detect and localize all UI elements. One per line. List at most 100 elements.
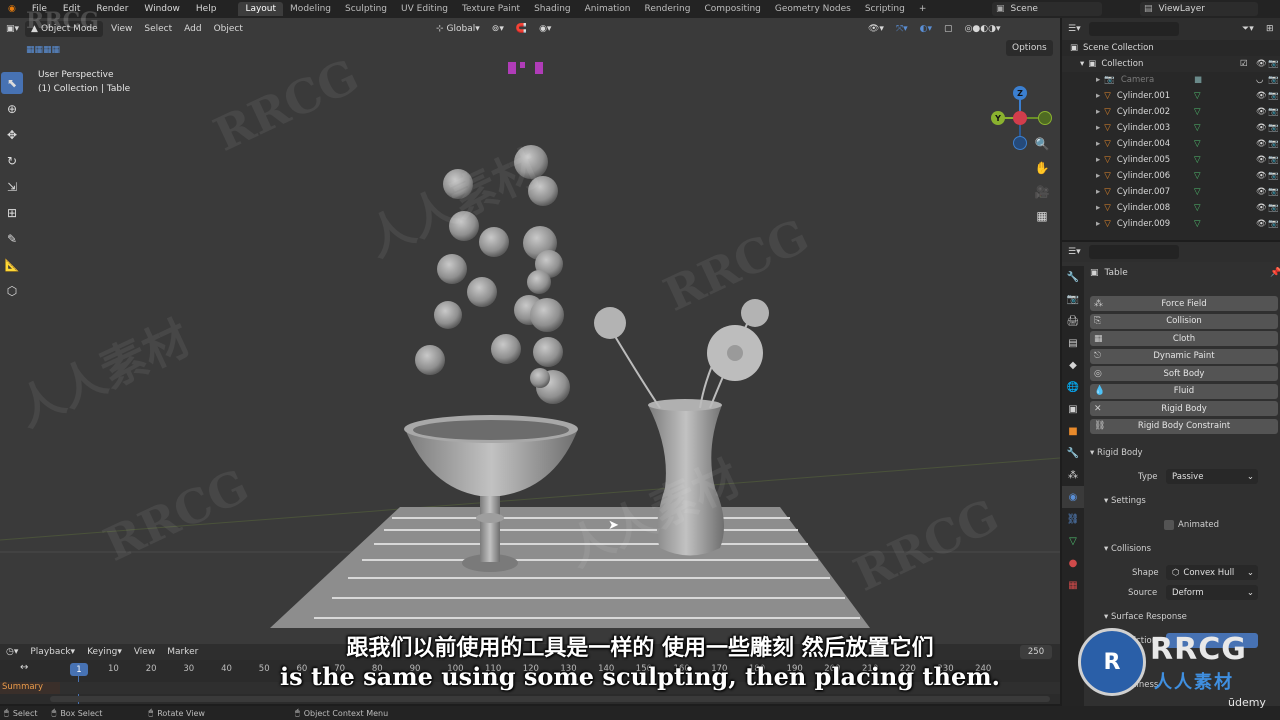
render-icon[interactable]: 📷 xyxy=(1268,139,1279,149)
tab-geometry-nodes[interactable]: Geometry Nodes xyxy=(768,2,858,16)
sphere-mesh[interactable] xyxy=(527,270,551,294)
measure-tool-icon[interactable]: 📐 xyxy=(1,254,23,276)
xray-icon[interactable]: ▢ xyxy=(938,21,959,37)
move-tool-icon[interactable]: ✥ xyxy=(1,124,23,146)
type-dropdown[interactable]: Passive ⌄ xyxy=(1166,469,1258,484)
sphere-mesh[interactable] xyxy=(449,211,479,241)
menu-help[interactable]: Help xyxy=(188,4,225,14)
collisions-panel-header[interactable]: ▾ Collisions xyxy=(1104,544,1151,554)
outliner-item[interactable]: ▸ ▽ Cylinder.008 ▽ 👁 📷 xyxy=(1062,200,1280,216)
sphere-mesh[interactable] xyxy=(528,176,558,206)
add-workspace-button[interactable]: + xyxy=(912,2,934,16)
outliner-item[interactable]: ▸ ▽ Cylinder.006 ▽ 👁 📷 xyxy=(1062,168,1280,184)
sphere-mesh[interactable] xyxy=(514,145,548,179)
sphere-mesh[interactable] xyxy=(530,368,550,388)
scene-selector[interactable]: ▣ Scene xyxy=(992,2,1102,16)
sphere-mesh[interactable] xyxy=(491,334,521,364)
settings-panel-header[interactable]: ▾ Settings xyxy=(1104,496,1146,506)
physics-rigid-body-constraint-button[interactable]: ⛓ Rigid Body Constraint xyxy=(1090,418,1278,434)
pin-icon[interactable]: 📌 xyxy=(1270,268,1280,278)
snap-icon[interactable]: 🧲 xyxy=(510,21,533,37)
timeline-scrollbar[interactable] xyxy=(50,696,1050,702)
tab-compositing[interactable]: Compositing xyxy=(697,2,767,16)
gizmo-neg-y[interactable] xyxy=(1038,111,1052,125)
rotate-tool-icon[interactable]: ↻ xyxy=(1,150,23,172)
ortho-grid-icon[interactable]: ▦ xyxy=(1032,206,1052,226)
expand-arrow-icon[interactable]: ▸ xyxy=(1096,187,1100,197)
outliner-item[interactable]: ▸ 📷 Camera ■ ◡ 📷 xyxy=(1062,72,1280,88)
sphere-mesh[interactable] xyxy=(415,345,445,375)
gizmo-toggle-icon[interactable]: ⤧▾ xyxy=(890,21,914,37)
shading-modes-icon[interactable]: ◎●◐◑▾ xyxy=(959,21,1007,37)
expand-arrow-icon[interactable]: ▸ xyxy=(1096,155,1100,165)
gizmo-y-axis[interactable]: Y xyxy=(991,111,1005,125)
options-button[interactable]: Options xyxy=(1006,40,1053,56)
eye-icon[interactable]: 👁 xyxy=(1256,123,1267,133)
eye-icon[interactable]: 👁 xyxy=(1256,139,1267,149)
expand-arrow-icon[interactable]: ▸ xyxy=(1096,107,1100,117)
select-tool-icon[interactable]: ⬉ xyxy=(1,72,23,94)
tab-animation[interactable]: Animation xyxy=(578,2,638,16)
render-icon[interactable]: 📷 xyxy=(1268,155,1279,165)
table-mesh[interactable] xyxy=(270,507,870,628)
eye-icon[interactable]: ◡ xyxy=(1256,75,1263,85)
blender-logo-icon[interactable]: ◉ xyxy=(0,4,24,14)
new-collection-icon[interactable]: ⊞ xyxy=(1266,24,1274,34)
flower-heads[interactable] xyxy=(594,299,769,381)
vase-mesh[interactable] xyxy=(648,399,724,556)
outliner-item[interactable]: ▸ ▽ Cylinder.001 ▽ 👁 📷 xyxy=(1062,88,1280,104)
physics-cloth-button[interactable]: ▦ Cloth xyxy=(1090,331,1278,346)
eye-icon[interactable]: 👁 xyxy=(1256,155,1267,165)
collection-row[interactable]: ▾ ▣ Collection ☑ 👁 📷 xyxy=(1062,56,1280,72)
physics-dynamic-paint-button[interactable]: ⎋ Dynamic Paint xyxy=(1090,348,1278,364)
sphere-mesh[interactable] xyxy=(437,254,467,284)
expand-arrow-icon[interactable]: ▸ xyxy=(1096,123,1100,133)
visibility-icon[interactable]: 👁▾ xyxy=(862,21,890,37)
physics-force-field-button[interactable]: ⁂ Force Field xyxy=(1090,296,1278,311)
scene-tab-icon[interactable]: ◆ xyxy=(1062,354,1084,376)
filter-icon[interactable]: ⏷▾ xyxy=(1242,24,1254,34)
cursor-tool-icon[interactable]: ⊕ xyxy=(1,98,23,120)
tab-uv-editing[interactable]: UV Editing xyxy=(394,2,455,16)
properties-search-field[interactable] xyxy=(1088,245,1179,259)
texture-tab-icon[interactable]: ▦ xyxy=(1062,574,1084,596)
properties-editor-icon[interactable]: ☰▾ xyxy=(1068,247,1081,257)
surface-response-header[interactable]: ▾ Surface Response xyxy=(1104,612,1187,622)
render-icon[interactable]: 📷 xyxy=(1268,75,1279,85)
outliner-item[interactable]: ▸ ▽ Cylinder.009 ▽ 👁 📷 xyxy=(1062,216,1280,232)
transform-orientation[interactable]: ⊹ Global ▾ xyxy=(430,21,486,37)
eye-icon[interactable]: 👁 xyxy=(1256,187,1267,197)
eye-icon[interactable]: 👁 xyxy=(1256,107,1267,117)
proportional-edit-icon[interactable]: ◉▾ xyxy=(533,21,557,37)
tool-tab-icon[interactable]: 🔧 xyxy=(1062,266,1084,288)
render-icon[interactable]: 📷 xyxy=(1268,107,1279,117)
data-tab-icon[interactable]: ▽ xyxy=(1062,530,1084,552)
gizmo-x-axis[interactable] xyxy=(1013,111,1027,125)
physics-collision-button[interactable]: ⎘ Collision xyxy=(1090,313,1278,329)
sphere-mesh[interactable] xyxy=(530,298,564,332)
expand-arrow-icon[interactable]: ▸ xyxy=(1096,139,1100,149)
expand-arrow-icon[interactable]: ▸ xyxy=(1096,75,1100,85)
render-icon[interactable]: 📷 xyxy=(1268,219,1279,229)
sphere-mesh[interactable] xyxy=(443,169,473,199)
gizmo-z-axis[interactable]: Z xyxy=(1013,86,1027,100)
expand-arrow-icon[interactable]: ▸ xyxy=(1096,91,1100,101)
expand-arrow-icon[interactable]: ▸ xyxy=(1096,171,1100,181)
physics-tab-icon[interactable]: ◉ xyxy=(1062,486,1084,508)
pivot-icon[interactable]: ⊚▾ xyxy=(486,21,510,37)
outliner-editor-icon[interactable]: ☰▾ xyxy=(1068,24,1081,34)
view-menu[interactable]: View xyxy=(105,21,138,37)
sphere-mesh[interactable] xyxy=(467,277,497,307)
select-box-mode-icon[interactable]: ▦▦▦▦ xyxy=(20,42,66,58)
object-menu[interactable]: Object xyxy=(208,21,249,37)
eye-icon[interactable]: 👁 xyxy=(1256,171,1267,181)
outliner-item[interactable]: ▸ ▽ Cylinder.002 ▽ 👁 📷 xyxy=(1062,104,1280,120)
render-tab-icon[interactable]: 📷 xyxy=(1062,288,1084,310)
menu-window[interactable]: Window xyxy=(136,4,188,14)
tab-scripting[interactable]: Scripting xyxy=(858,2,912,16)
expand-arrow-icon[interactable]: ▸ xyxy=(1096,203,1100,213)
object-tab-icon[interactable]: ■ xyxy=(1062,420,1084,442)
tab-rendering[interactable]: Rendering xyxy=(638,2,698,16)
physics-fluid-button[interactable]: 💧 Fluid xyxy=(1090,383,1278,399)
physics-soft-body-button[interactable]: ◎ Soft Body xyxy=(1090,366,1278,381)
